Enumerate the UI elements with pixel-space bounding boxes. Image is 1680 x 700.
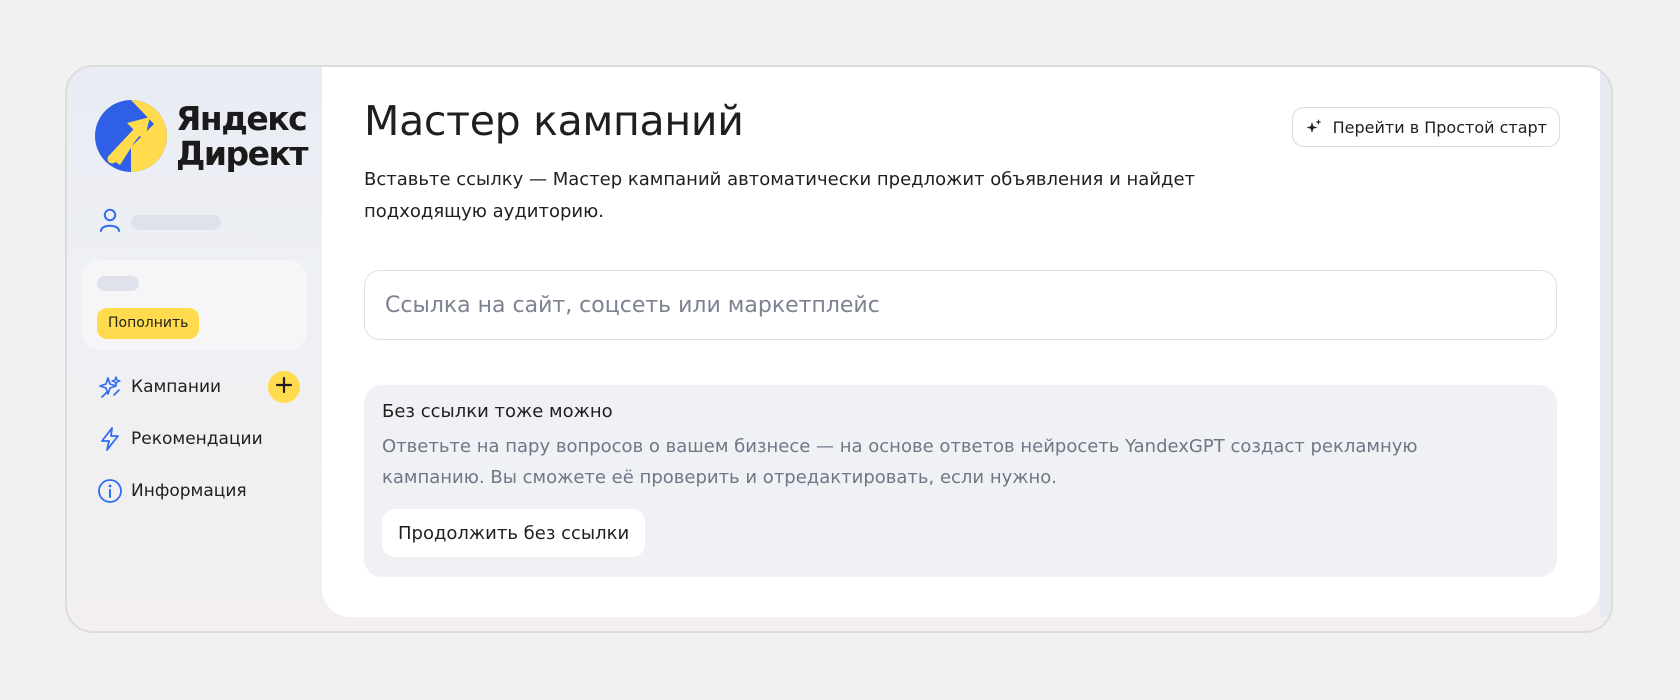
balance-amount-placeholder [97,276,139,291]
sidebar-item-label: Рекомендации [131,429,263,449]
info-icon [97,478,123,504]
campaigns-sparkle-icon [97,374,123,400]
simple-start-button-label: Перейти в Простой старт [1332,117,1547,137]
plus-icon [275,376,293,398]
sidebar-item-information[interactable]: Информация [97,476,307,506]
main-panel: Мастер кампаний Перейти в Простой старт … [322,67,1600,617]
logo-text: Яндекс Директ [176,99,309,173]
sidebar-item-label: Информация [131,481,247,501]
user-account[interactable] [99,207,221,237]
app-window: Яндекс Директ Пополнить Кампании Рекомен… [65,65,1613,633]
sidebar-item-campaigns[interactable]: Кампании [97,371,307,403]
user-name-placeholder [131,214,221,230]
logo-line-1: Яндекс [176,99,308,138]
continue-without-link-button[interactable]: Продолжить без ссылки [382,509,646,557]
balance-card: Пополнить [81,260,307,350]
add-campaign-button[interactable] [268,371,300,403]
sidebar-item-recommendations[interactable]: Рекомендации [97,424,307,454]
topup-button[interactable]: Пополнить [97,308,200,339]
user-icon [99,207,121,237]
simple-start-button[interactable]: Перейти в Простой старт [1291,107,1560,147]
sidebar-nav: Кампании Рекомендации Информация [97,371,307,528]
no-link-card-title: Без ссылки тоже можно [382,401,613,422]
yandex-direct-logo-icon [94,99,168,173]
no-link-card-text: Ответьте на пару вопросов о вашем бизнес… [382,436,1418,488]
yandex-direct-logo[interactable]: Яндекс Директ [94,99,309,173]
page-subtitle: Вставьте ссылку — Мастер кампаний автома… [364,169,1196,222]
url-input[interactable] [364,270,1557,340]
right-edge-strip [1600,67,1611,617]
logo-line-2: Директ [176,134,309,173]
sparkle-icon [1305,118,1323,136]
page-title: Мастер кампаний [364,97,744,145]
sidebar: Яндекс Директ Пополнить Кампании Рекомен… [67,67,322,631]
lightning-icon [97,426,123,452]
no-link-card: Без ссылки тоже можно Ответьте на пару в… [364,385,1557,577]
sidebar-item-label: Кампании [131,377,222,397]
